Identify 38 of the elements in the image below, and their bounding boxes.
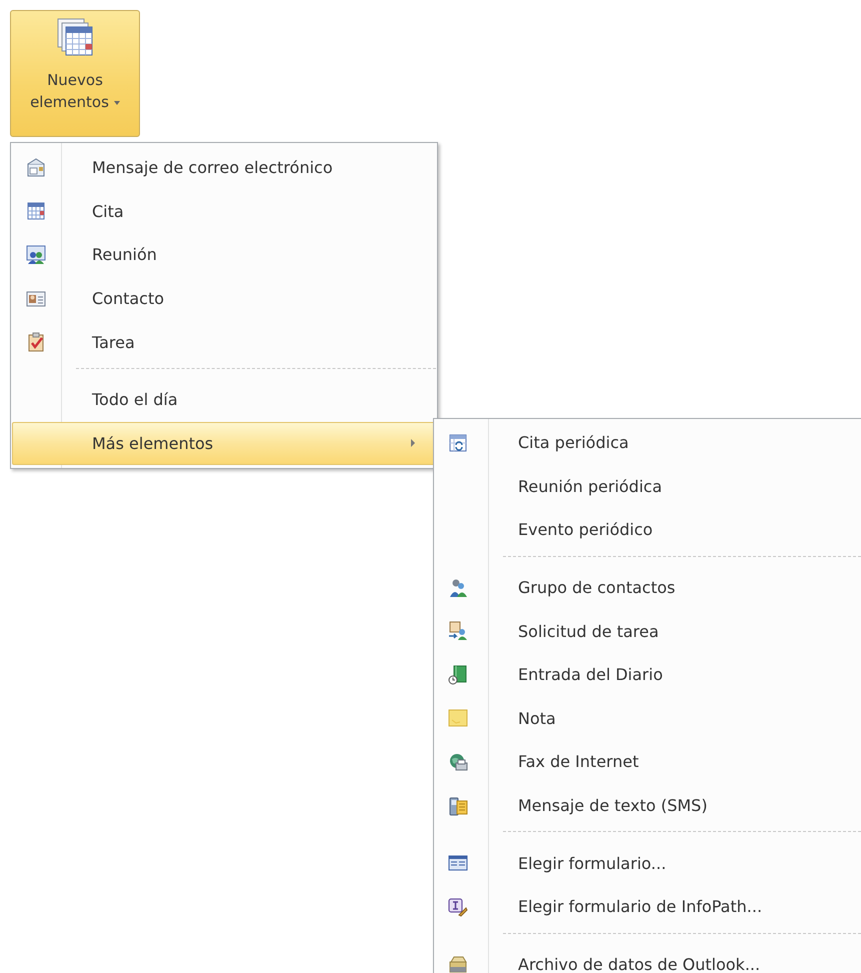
globe-fax-icon	[448, 752, 468, 772]
menu-item[interactable]: Evento periódico	[435, 508, 861, 552]
form-icon	[448, 853, 468, 874]
sticky-note-icon	[448, 708, 468, 728]
menu-item[interactable]: Fax de Internet	[435, 740, 861, 784]
menu-item[interactable]: Elegir formulario de InfoPath...	[435, 884, 861, 929]
menu-item[interactable]: Más elementos	[12, 422, 436, 466]
menu-item[interactable]: Reunión periódica	[435, 464, 861, 508]
menu-item[interactable]: Mensaje de texto (SMS)	[435, 784, 861, 828]
menu-item[interactable]: Solicitud de tarea	[435, 609, 861, 653]
envelope-icon	[26, 158, 46, 178]
menu-item[interactable]: Todo el día	[12, 378, 436, 422]
menu-item[interactable]: Cita periódica	[435, 421, 861, 465]
new-items-button[interactable]: Nuevos elementos	[10, 10, 140, 137]
task-request-icon	[448, 621, 468, 642]
menu-item[interactable]: Archivo de datos de Outlook...	[435, 942, 861, 973]
menu-item[interactable]: Elegir formulario...	[435, 841, 861, 885]
dropdown-caret-icon	[114, 100, 120, 105]
menu-item[interactable]: Contacto	[12, 276, 436, 320]
calendar-stack-icon	[55, 17, 95, 57]
menu-item[interactable]: Reunión	[12, 233, 436, 277]
calendar-icon	[26, 201, 46, 222]
recurring-calendar-icon	[448, 432, 468, 453]
phone-message-icon	[448, 796, 468, 816]
clipboard-check-icon	[26, 332, 46, 352]
file-cabinet-icon	[448, 954, 468, 973]
contact-group-icon	[448, 578, 468, 598]
menu-item[interactable]: Entrada del Diario	[435, 652, 861, 697]
menu-item[interactable]: Cita	[12, 190, 436, 234]
people-icon	[26, 244, 46, 265]
journal-book-icon	[448, 664, 468, 685]
menu-item[interactable]: Tarea	[12, 320, 436, 364]
menu-item[interactable]: Grupo de contactos	[435, 566, 861, 610]
contact-card-icon	[26, 288, 46, 309]
infopath-form-icon	[448, 896, 468, 917]
menu-item[interactable]: Mensaje de correo electrónico	[12, 146, 436, 190]
submenu-arrow-icon	[411, 439, 415, 448]
menu-item[interactable]: Nota	[435, 696, 861, 740]
